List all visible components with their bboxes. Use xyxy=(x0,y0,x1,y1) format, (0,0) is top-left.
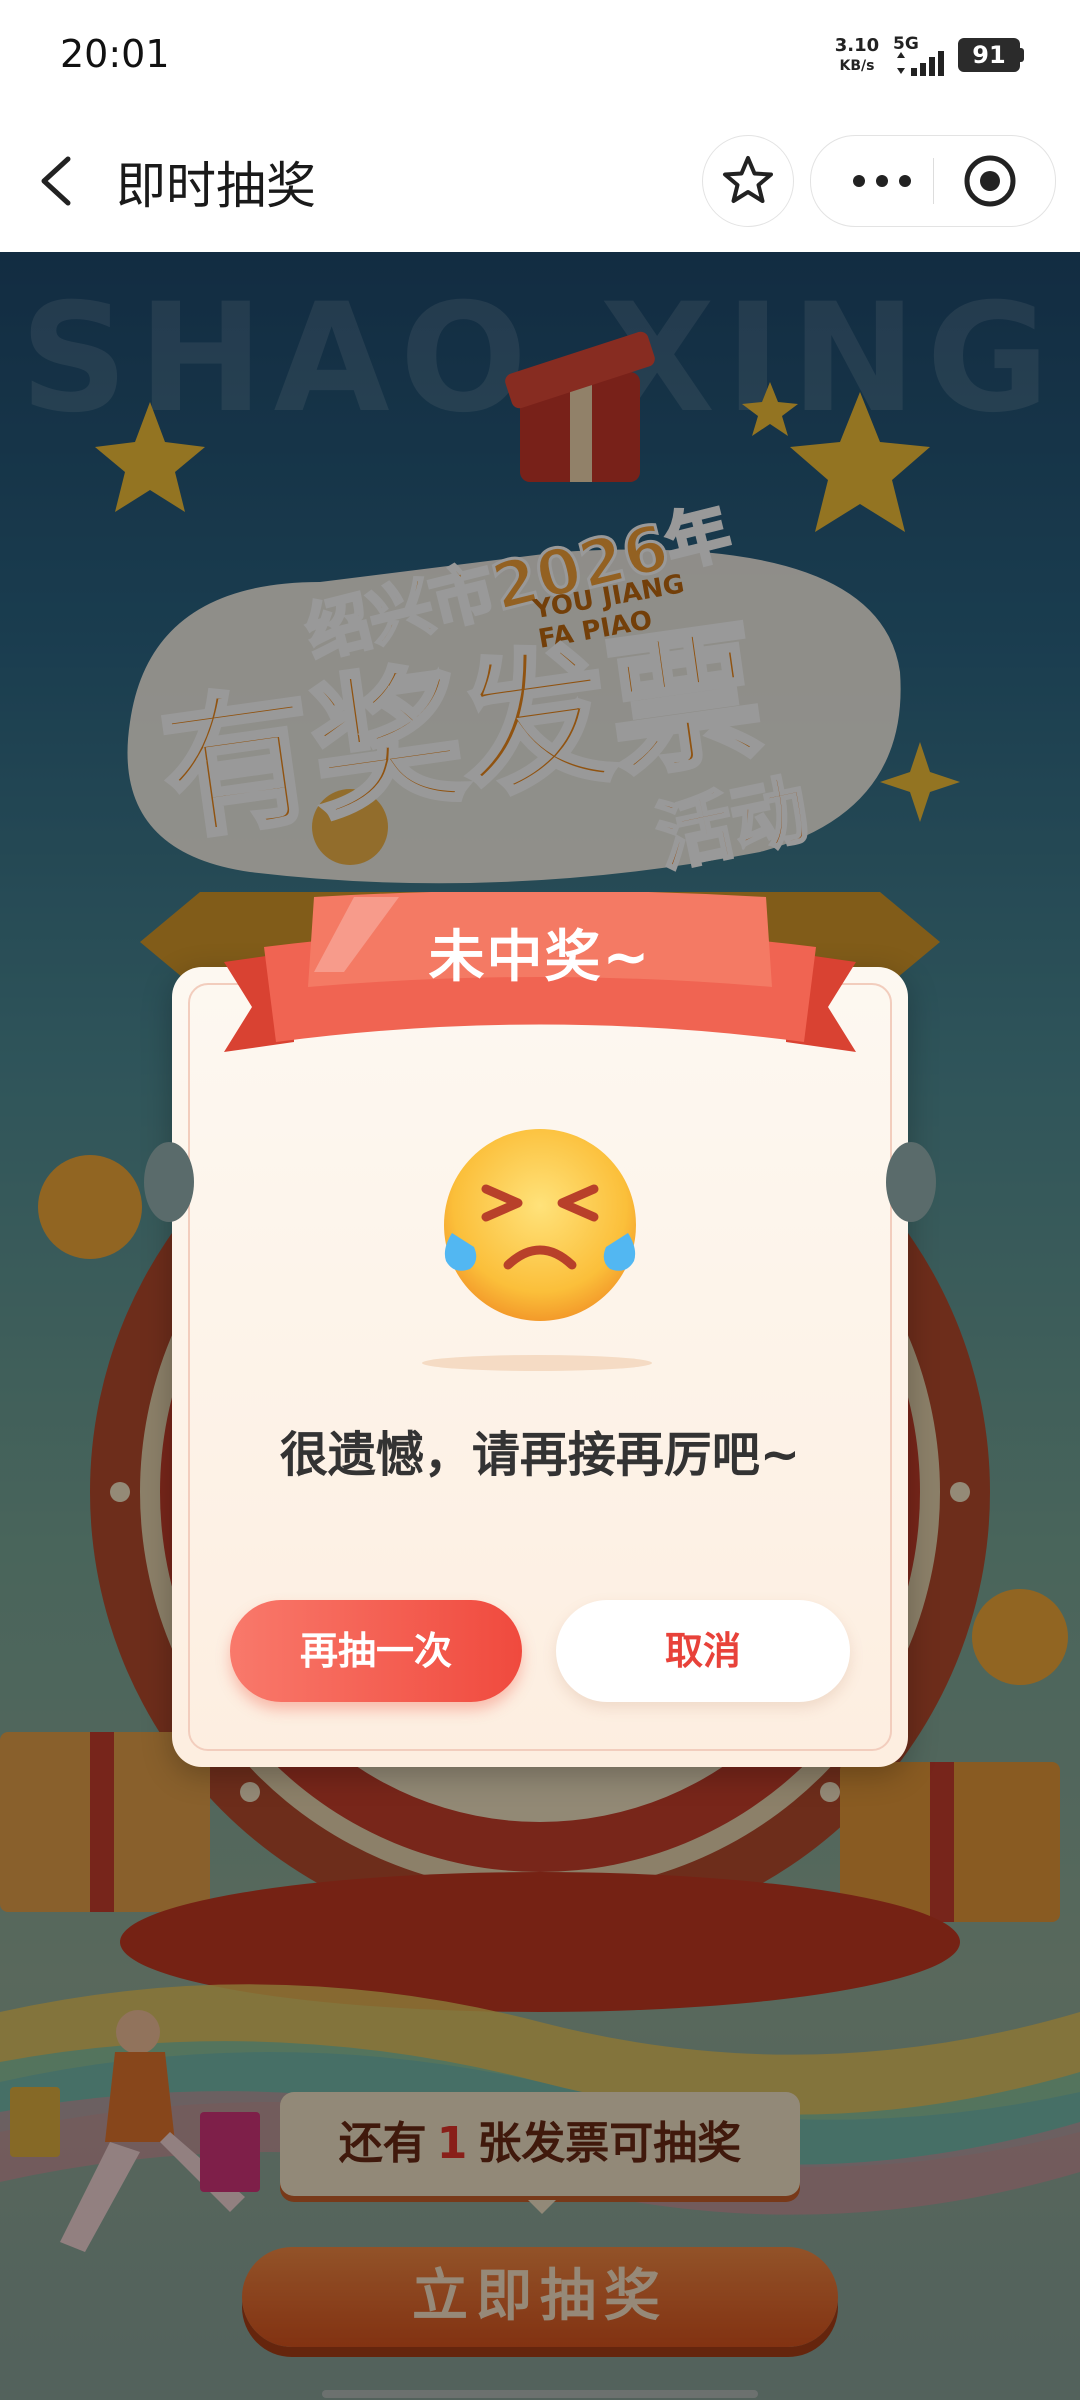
result-message: 很遗憾，请再接再厉吧~ xyxy=(279,1427,801,1483)
network-speed: 3.10 KB/s xyxy=(832,36,882,76)
signal-icon xyxy=(897,51,944,76)
network-speed-value: 3.10 xyxy=(834,35,880,56)
network-speed-unit: KB/s xyxy=(839,58,875,74)
more-icon[interactable] xyxy=(851,166,913,196)
back-icon[interactable] xyxy=(30,145,86,217)
cancel-button[interactable]: 取消 xyxy=(556,1600,850,1702)
target-icon[interactable] xyxy=(963,154,1017,208)
capsule-divider xyxy=(933,158,934,204)
favorite-button[interactable] xyxy=(702,135,794,227)
status-bar: 20:01 3.10 KB/s 5G 91 xyxy=(0,0,1080,110)
nav-bar: 即时抽奖 xyxy=(0,110,1080,252)
battery-indicator: 91 xyxy=(958,38,1020,72)
star-icon xyxy=(723,156,773,203)
mini-program-capsule xyxy=(810,135,1056,227)
emoji-shadow xyxy=(422,1355,652,1371)
retry-button[interactable]: 再抽一次 xyxy=(230,1600,522,1702)
ticket-notch-left xyxy=(144,1142,194,1222)
ticket-notch-right xyxy=(886,1142,936,1222)
crying-face-icon xyxy=(444,1129,636,1321)
status-time: 20:01 xyxy=(60,32,170,76)
result-dialog: 未中奖~ 很遗憾，请再接再厉吧~ 再抽一次 取消 xyxy=(144,892,936,1767)
page-title: 即时抽奖 xyxy=(116,157,316,215)
dialog-title: 未中奖~ xyxy=(428,925,652,990)
battery-tip xyxy=(1020,48,1024,62)
